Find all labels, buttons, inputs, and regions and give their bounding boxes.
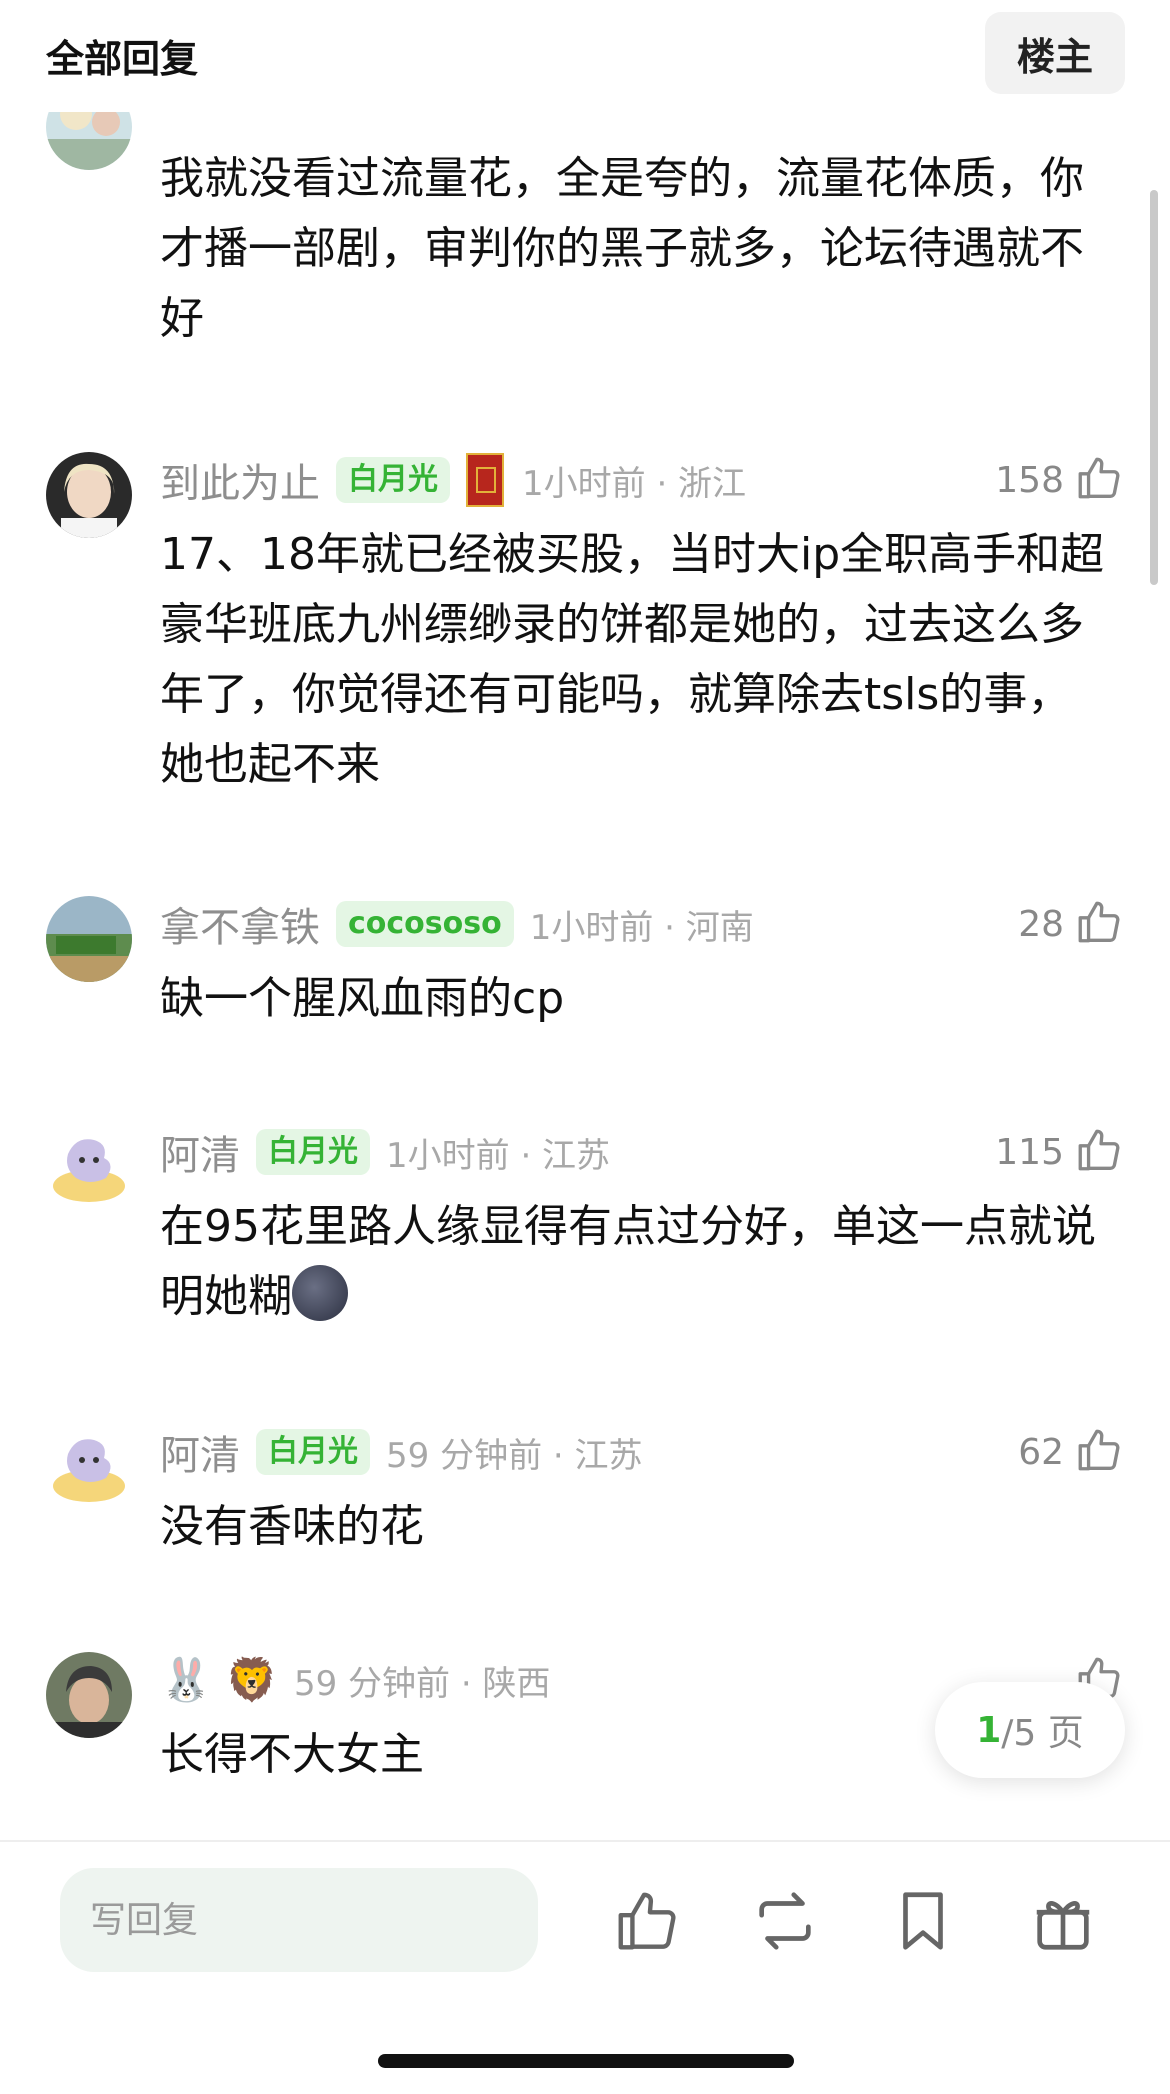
like-button[interactable]: 62 [1018,1424,1124,1480]
comment-time-location: 59 分钟前 · 江苏 [386,1435,643,1476]
comment-meta: 🐰 🦁 59 分钟前 · 陕西 [160,1652,550,1708]
like-count: 115 [995,1131,1064,1173]
username[interactable]: 到此为止 [160,451,320,509]
comment-list: 我就没看过流量花，全是夸的，流量花体质，你才播一部剧，审判你的黑子就多，论坛待遇… [0,0,1170,1840]
like-button[interactable]: 158 [995,452,1124,508]
user-badge: 白月光 [336,457,450,503]
user-badge: cocososo [336,901,514,947]
comment-time-location: 1小时前 · 江苏 [386,1135,611,1176]
new-moon-face-icon [292,1265,348,1321]
gift-icon[interactable] [1028,1886,1098,1956]
like-button[interactable]: 115 [995,1124,1124,1180]
book-badge-icon [466,453,504,507]
comment-text: 缺一个腥风血雨的cp [160,973,565,1024]
comment-meta: 阿清 白月光 59 分钟前 · 江苏 [160,1424,643,1480]
comment-text: 17、18年就已经被买股，当时大ip全职高手和超豪华班底九州缥缈录的饼都是她的，… [160,529,1105,790]
home-indicator[interactable] [378,2054,794,2068]
comment-meta: 到此为止 白月光 1小时前 · 浙江 [160,452,746,508]
header: 全部回复 楼主 [0,0,1170,112]
avatar[interactable] [46,1124,132,1210]
owner-only-button[interactable]: 楼主 [985,12,1125,94]
user-badge: 白月光 [256,1429,370,1475]
repost-icon[interactable] [750,1886,820,1956]
like-count: 158 [995,459,1064,501]
comment-text: 在95花里路人缘显得有点过分好，单这一点就说明她糊 [160,1192,1110,1332]
like-button[interactable]: 28 [1018,896,1124,952]
username[interactable]: 拿不拿铁 [160,895,320,953]
current-page: 1 [976,1709,1002,1751]
bookmark-icon[interactable] [888,1886,958,1956]
avatar[interactable] [46,1652,132,1738]
page-total: /5 页 [1001,1713,1084,1754]
comment-text: 没有香味的花 [160,1501,424,1552]
avatar[interactable] [46,452,132,538]
like-count: 28 [1018,903,1064,945]
scrollbar[interactable] [1150,190,1158,585]
avatar[interactable] [46,1424,132,1510]
comment-meta: 拿不拿铁 cocososo 1小时前 · 河南 [160,896,754,952]
thumbs-up-icon [1074,1425,1124,1479]
comment-time-location: 1小时前 · 浙江 [522,463,747,504]
thumbs-up-icon[interactable] [612,1886,682,1956]
comment-meta: 阿清 白月光 1小时前 · 江苏 [160,1124,610,1180]
comment-time-location: 1小时前 · 河南 [529,907,754,948]
like-count: 62 [1018,1431,1064,1473]
avatar[interactable] [46,896,132,982]
username[interactable]: 阿清 [160,1423,240,1481]
thumbs-up-icon [1074,897,1124,951]
thumbs-up-icon [1074,1125,1124,1179]
user-badge: 白月光 [256,1129,370,1175]
comment-text: 我就没看过流量花，全是夸的，流量花体质，你才播一部剧，审判你的黑子就多，论坛待遇… [160,153,1084,344]
thumbs-up-icon [1074,453,1124,507]
username[interactable]: 阿清 [160,1123,240,1181]
page-indicator[interactable]: 1 /5 页 [935,1682,1125,1778]
page-title: 全部回复 [46,37,199,81]
comment-time-location: 59 分钟前 · 陕西 [293,1663,551,1704]
username-emoji[interactable]: 🐰 🦁 [160,1655,278,1705]
reply-input[interactable] [60,1868,538,1972]
